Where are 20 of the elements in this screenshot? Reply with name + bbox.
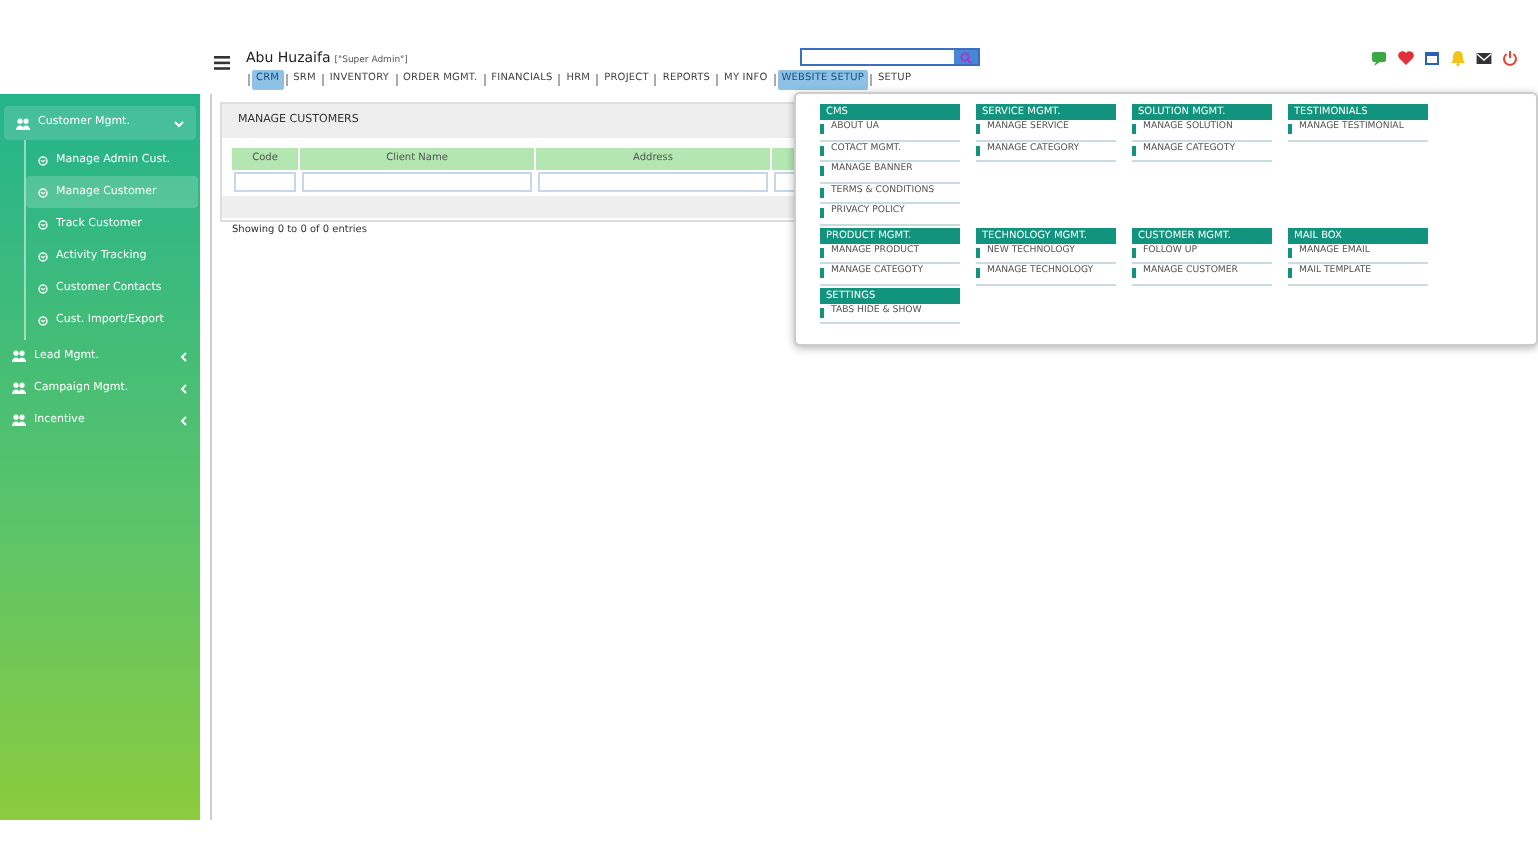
heart-icon[interactable] [1398,50,1414,66]
circle-arrow-icon [38,283,48,293]
chat-icon[interactable] [1372,50,1388,66]
filter-field[interactable] [302,172,532,192]
circle-arrow-icon [38,219,48,229]
circle-arrow-icon [38,155,48,165]
power-icon[interactable] [1502,50,1518,66]
users-icon [12,350,26,362]
users-icon [16,117,30,129]
circle-arrow-icon [38,251,48,261]
menu-icon[interactable] [214,56,230,70]
search-field[interactable] [800,48,980,66]
filter-field[interactable] [234,172,296,192]
filter-field[interactable] [538,172,768,192]
users-icon [12,382,26,394]
users-icon [12,414,26,426]
circle-arrow-icon [38,315,48,325]
mail-icon[interactable] [1476,50,1492,66]
circle-arrow-icon [38,187,48,197]
calendar-icon[interactable] [1424,50,1440,66]
